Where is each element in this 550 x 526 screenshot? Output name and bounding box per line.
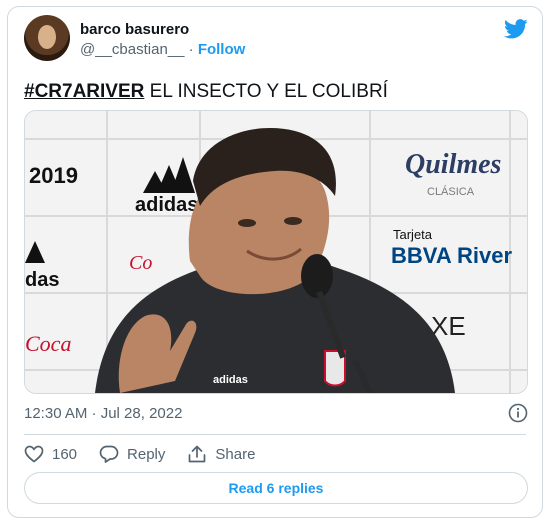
tweet-text: #CR7ARIVER EL INSECTO Y EL COLIBRÍ xyxy=(24,81,388,103)
avatar[interactable] xyxy=(24,15,70,61)
backdrop-2019: 2019 xyxy=(29,163,78,188)
info-icon[interactable] xyxy=(508,403,528,423)
backdrop-quilmes: Quilmes xyxy=(405,149,502,180)
twitter-bird-icon[interactable] xyxy=(504,19,528,39)
svg-text:Co: Co xyxy=(129,252,152,274)
share-icon xyxy=(189,445,206,463)
tweet-media[interactable]: 2019 adidas Quilmes CLÁSICA Tarjeta BBVA… xyxy=(24,110,528,394)
author-handle[interactable]: @__cbastian__ xyxy=(80,41,184,58)
backdrop-quilmes-sub: CLÁSICA xyxy=(427,185,475,198)
follow-button[interactable]: Follow xyxy=(198,41,246,58)
share-button[interactable]: Share xyxy=(187,445,255,463)
divider xyxy=(24,434,526,435)
tweet-body: EL INSECTO Y EL COLIBRÍ xyxy=(144,81,388,102)
reply-label: Reply xyxy=(127,445,166,463)
like-button[interactable]: 160 xyxy=(24,445,77,463)
backdrop-das: das xyxy=(25,269,59,291)
like-count: 160 xyxy=(52,445,78,463)
share-label: Share xyxy=(215,445,256,463)
separator: · xyxy=(188,41,194,58)
tweet-timestamp[interactable]: 12:30 AM · Jul 28, 2022 xyxy=(24,405,182,422)
tweet-card: barco basurero @__cbastian__ · Follow #C… xyxy=(7,6,543,518)
reply-button[interactable]: Reply xyxy=(99,445,165,463)
read-replies-button[interactable]: Read 6 replies xyxy=(24,472,528,504)
author-display-name[interactable]: barco basurero xyxy=(80,21,189,38)
svg-text:adidas: adidas xyxy=(213,374,248,386)
reply-icon xyxy=(99,445,119,463)
backdrop-adidas: adidas xyxy=(135,194,198,216)
backdrop-coca: Coca xyxy=(25,331,71,356)
hashtag-link[interactable]: #CR7ARIVER xyxy=(24,81,144,102)
backdrop-bbva: BBVA River xyxy=(391,243,512,268)
press-conference-image: 2019 adidas Quilmes CLÁSICA Tarjeta BBVA… xyxy=(25,111,527,393)
heart-icon xyxy=(24,445,44,463)
author-handle-row: @__cbastian__ · Follow xyxy=(80,41,245,58)
backdrop-tarjeta: Tarjeta xyxy=(393,227,433,242)
tweet-actions: 160 Reply Share xyxy=(24,445,277,463)
